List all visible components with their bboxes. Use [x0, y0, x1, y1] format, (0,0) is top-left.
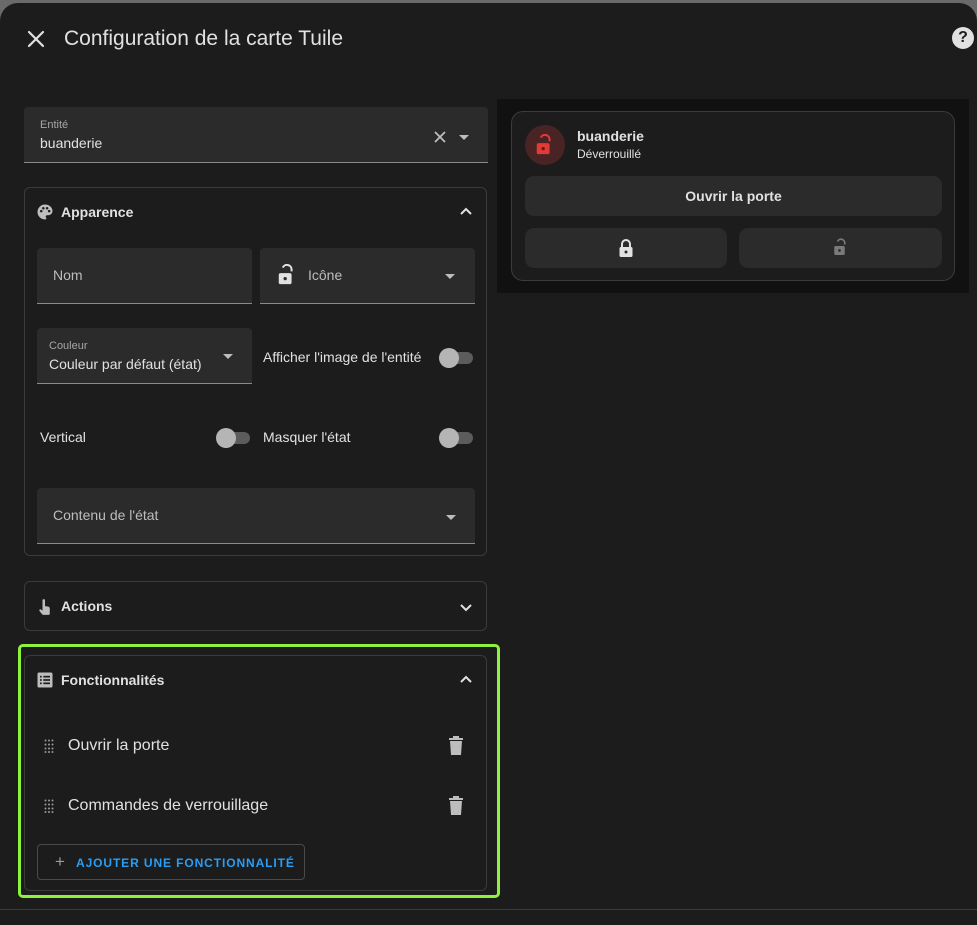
card-editor-dialog: Configuration de la carte Tuile ? Entité…: [0, 3, 977, 925]
entity-field[interactable]: Entité buanderie: [24, 107, 488, 163]
icon-field-placeholder: Icône: [308, 267, 343, 283]
tile-card[interactable]: buanderie Déverrouillé Ouvrir la porte: [511, 111, 955, 281]
card-preview: buanderie Déverrouillé Ouvrir la porte: [497, 99, 969, 293]
close-button[interactable]: [22, 25, 50, 53]
chevron-up-icon[interactable]: [458, 671, 474, 687]
hide-state-label: Masquer l'état: [263, 429, 351, 445]
lock-open-icon: [536, 134, 551, 155]
hide-state-toggle[interactable]: [439, 427, 475, 448]
drag-handle-icon[interactable]: [44, 739, 54, 753]
show-entity-picture-label: Afficher l'image de l'entité: [263, 349, 422, 365]
chevron-down-icon[interactable]: [223, 354, 233, 359]
plus-icon: +: [55, 852, 66, 871]
drag-handle-icon[interactable]: [44, 799, 54, 813]
vertical-toggle[interactable]: [216, 427, 252, 448]
list-box-icon: [37, 672, 53, 688]
color-field[interactable]: Couleur Couleur par défaut (état): [37, 328, 252, 384]
feature-label: Ouvrir la porte: [68, 737, 170, 754]
lock-icon: [619, 239, 633, 257]
lock-open-icon: [278, 264, 293, 285]
tile-icon[interactable]: [525, 125, 565, 165]
add-feature-label: AJOUTER UNE FONCTIONNALITÉ: [76, 856, 295, 870]
dialog-title: Configuration de la carte Tuile: [64, 27, 343, 50]
entity-field-value: buanderie: [40, 135, 103, 151]
name-field[interactable]: Nom: [37, 248, 252, 304]
vertical-label: Vertical: [40, 429, 86, 445]
chevron-down-icon[interactable]: [459, 135, 469, 140]
name-field-placeholder: Nom: [53, 267, 83, 283]
unlock-button[interactable]: [739, 228, 942, 268]
clear-icon[interactable]: [434, 131, 446, 143]
state-content-placeholder: Contenu de l'état: [53, 507, 159, 523]
chevron-down-icon[interactable]: [446, 515, 456, 520]
color-field-value: Couleur par défaut (état): [49, 356, 202, 372]
entity-field-label: Entité: [40, 119, 69, 131]
feature-label: Commandes de verrouillage: [68, 797, 269, 814]
lock-open-icon: [834, 238, 846, 255]
chevron-up-icon[interactable]: [458, 203, 474, 219]
chevron-down-icon[interactable]: [445, 274, 455, 279]
divider: [0, 909, 977, 910]
actions-title: Actions: [61, 598, 113, 614]
palette-icon: [37, 204, 53, 220]
color-field-label: Couleur: [49, 340, 88, 352]
feature-row[interactable]: Ouvrir la porte: [36, 726, 476, 766]
add-feature-button[interactable]: + AJOUTER UNE FONCTIONNALITÉ: [37, 844, 305, 880]
appearance-title: Apparence: [61, 204, 134, 220]
tile-name: buanderie: [577, 128, 644, 144]
help-icon[interactable]: ?: [952, 27, 974, 49]
icon-field[interactable]: Icône: [260, 248, 475, 304]
open-door-button[interactable]: Ouvrir la porte: [525, 176, 942, 216]
close-icon: [27, 30, 45, 48]
state-content-field[interactable]: Contenu de l'état: [37, 488, 475, 544]
open-door-label: Ouvrir la porte: [685, 188, 782, 204]
tile-state: Déverrouillé: [577, 147, 642, 161]
features-title: Fonctionnalités: [61, 672, 165, 688]
feature-row[interactable]: Commandes de verrouillage: [36, 786, 476, 826]
delete-icon[interactable]: [448, 736, 464, 755]
show-entity-picture-toggle[interactable]: [439, 347, 475, 368]
lock-button[interactable]: [525, 228, 727, 268]
gesture-tap-icon: [39, 599, 50, 615]
chevron-down-icon[interactable]: [458, 599, 474, 615]
delete-icon[interactable]: [448, 796, 464, 815]
